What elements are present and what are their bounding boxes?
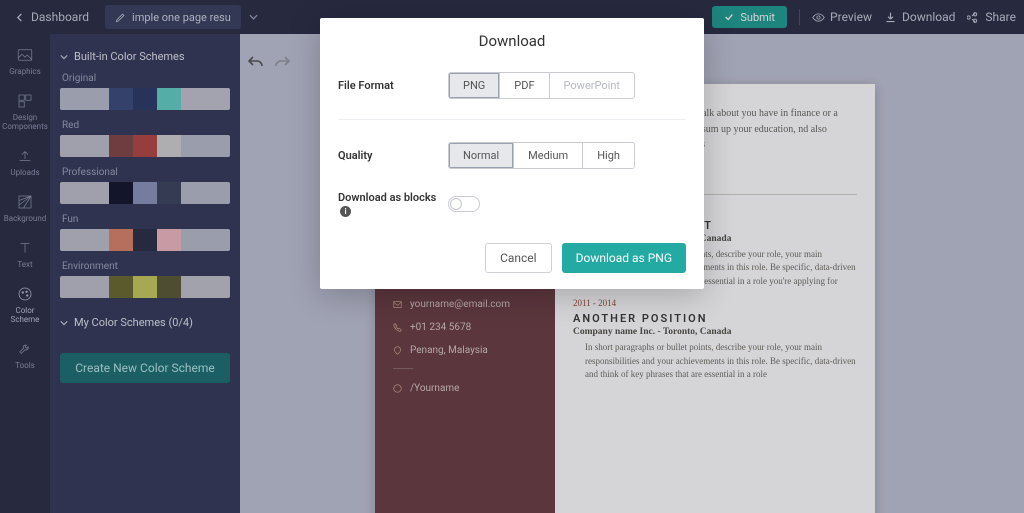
quality-normal[interactable]: Normal: [449, 143, 514, 168]
quality-medium[interactable]: Medium: [514, 143, 583, 168]
info-icon[interactable]: i: [340, 206, 351, 217]
download-blocks-toggle[interactable]: [448, 196, 480, 212]
quality-segment: Normal Medium High: [448, 142, 635, 169]
format-powerpoint[interactable]: PowerPoint: [550, 73, 634, 98]
file-format-label: File Format: [338, 79, 448, 92]
download-as-png-button[interactable]: Download as PNG: [562, 243, 686, 273]
quality-high[interactable]: High: [583, 143, 634, 168]
quality-label: Quality: [338, 149, 448, 162]
format-png[interactable]: PNG: [449, 73, 500, 98]
cancel-button[interactable]: Cancel: [485, 243, 552, 273]
file-format-segment: PNG PDF PowerPoint: [448, 72, 635, 99]
format-pdf[interactable]: PDF: [500, 73, 549, 98]
modal-title: Download: [338, 32, 686, 50]
download-modal: Download File Format PNG PDF PowerPoint …: [320, 18, 704, 289]
download-blocks-label: Download as blocks i: [338, 191, 448, 217]
